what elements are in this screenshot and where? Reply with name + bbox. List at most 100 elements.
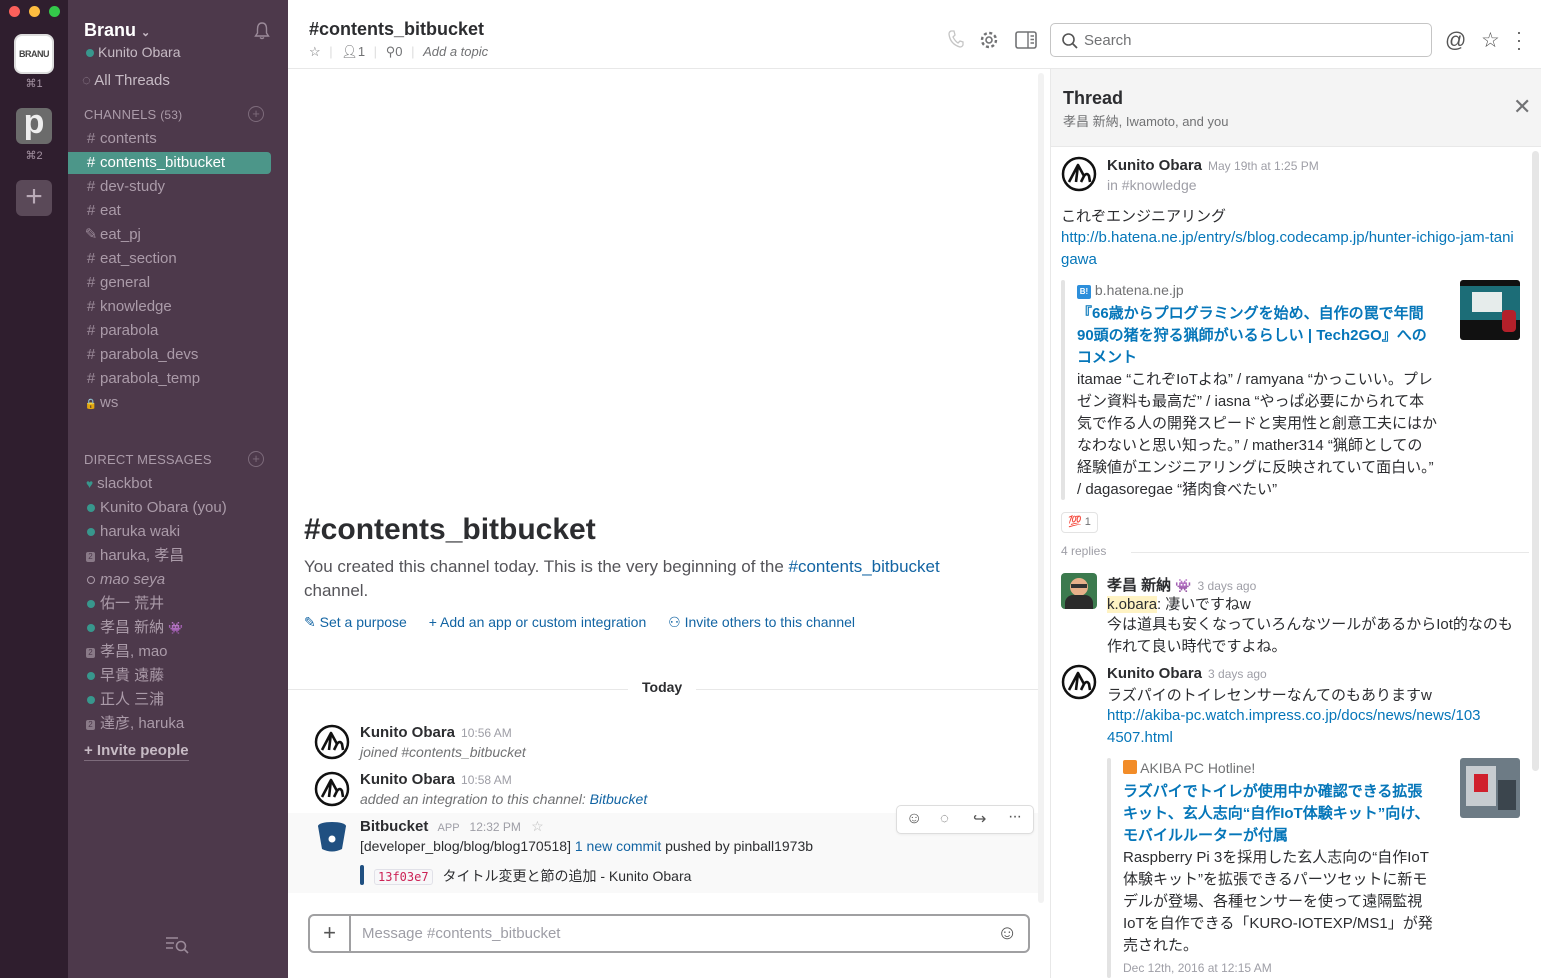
reaction-pill[interactable]: 💯 1 [1061, 512, 1098, 533]
workspace-menu[interactable]: Branu ⌄ [84, 20, 150, 41]
dm-takamasa-niino[interactable]: 孝昌 新納 👾 [68, 617, 288, 639]
members-icon[interactable]: 👤︎ [341, 44, 358, 59]
close-window-button[interactable] [9, 6, 20, 17]
dm-mao-seya[interactable]: mao seya [68, 569, 288, 591]
intro-channel-link[interactable]: #contents_bitbucket [789, 557, 940, 576]
dm-slackbot[interactable]: ♥ slackbot [68, 473, 288, 495]
avatar[interactable] [314, 771, 350, 807]
add-reaction-icon[interactable]: ☺ [906, 810, 922, 828]
message-item[interactable]: Kunito Obara 10:56 AM joined #contents_bi… [288, 719, 1038, 765]
message-composer[interactable]: + Message #contents_bitbucket ☺ [308, 914, 1030, 953]
search-input[interactable]: Search [1050, 23, 1432, 57]
pin-icon[interactable]: ⚲ [386, 44, 396, 59]
message-author[interactable]: Bitbucket [360, 818, 428, 835]
details-pane-toggle-icon[interactable] [1015, 31, 1037, 54]
message-timestamp[interactable]: 3 days ago [1208, 667, 1267, 681]
thread-parent-url[interactable]: http://b.hatena.ne.jp/entry/s/blog.codec… [1061, 227, 1521, 271]
sidebar-channel-contents-bitbucket[interactable]: # contents_bitbucket [68, 152, 271, 174]
reply-url[interactable]: http://akiba-pc.watch.impress.co.jp/docs… [1107, 705, 1487, 749]
channel-settings-gear-icon[interactable] [979, 30, 999, 55]
direct-messages-header[interactable]: DIRECT MESSAGES [84, 452, 212, 467]
avatar[interactable] [1061, 573, 1097, 609]
sidebar-channel-dev-study[interactable]: # dev-study [68, 176, 288, 198]
add-integration-link[interactable]: + Add an app or custom integration [429, 614, 647, 630]
add-channel-button[interactable]: + [248, 106, 264, 122]
dm-yuichi-arai[interactable]: 佑一 荒井 [68, 593, 288, 615]
dm-haruka-waki[interactable]: haruka waki [68, 521, 288, 543]
unfurl-title-link[interactable]: 『66歳からプログラミングを始め、自作の罠で年間90頭の猪を狩る猟師がいるらしい… [1077, 303, 1437, 369]
message-timestamp[interactable]: 10:58 AM [461, 773, 512, 787]
message-author[interactable]: Kunito Obara [1107, 157, 1202, 174]
dm-masato-miura[interactable]: 正人 三浦 [68, 689, 288, 711]
attach-file-plus-button[interactable]: + [310, 916, 351, 951]
avatar[interactable] [314, 724, 350, 760]
invite-others-link[interactable]: ⚇ Invite others to this channel [668, 614, 855, 630]
channel-title[interactable]: #contents_bitbucket [309, 19, 484, 40]
message-timestamp[interactable]: May 19th at 1:25 PM [1208, 159, 1319, 173]
starred-items-star-icon[interactable]: ☆ [1481, 28, 1500, 53]
start-thread-icon[interactable]: ◌ [940, 810, 949, 827]
composer-placeholder[interactable]: Message #contents_bitbucket [362, 925, 560, 942]
dm-self[interactable]: Kunito Obara (you) [68, 497, 288, 519]
bitbucket-integration-link[interactable]: Bitbucket [590, 791, 648, 807]
current-user[interactable]: Kunito Obara [86, 44, 181, 60]
message-author[interactable]: Kunito Obara [360, 771, 455, 788]
pin-count[interactable]: 0 [395, 44, 402, 59]
set-purpose-link[interactable]: ✎ Set a purpose [304, 614, 407, 630]
star-message-icon[interactable]: ☆ [531, 818, 544, 834]
member-count[interactable]: 1 [358, 44, 365, 59]
dm-group-takamasa-mao[interactable]: 2 孝昌, mao [68, 641, 288, 663]
team-branu-icon[interactable]: BRANU [16, 36, 52, 72]
zoom-window-button[interactable] [49, 6, 60, 17]
quick-switcher-icon[interactable] [164, 934, 190, 958]
team-parabola-icon[interactable]: p [16, 105, 52, 144]
bitbucket-bucket-icon[interactable] [314, 818, 350, 854]
message-timestamp[interactable]: 3 days ago [1198, 579, 1257, 593]
thread-source-channel[interactable]: in #knowledge [1107, 177, 1197, 193]
new-commit-link[interactable]: 1 new commit [575, 838, 661, 854]
commit-hash[interactable]: 13f03e7 [374, 869, 433, 885]
channels-header[interactable]: CHANNELS (53) [84, 107, 182, 122]
sidebar-channel-eat-section[interactable]: # eat_section [68, 248, 288, 270]
message-timestamp[interactable]: 12:32 PM [470, 820, 521, 834]
unfurl-thumbnail[interactable] [1460, 280, 1520, 340]
sidebar-channel-eat[interactable]: # eat [68, 200, 288, 222]
message-scrollbar[interactable] [1038, 73, 1044, 903]
sidebar-channel-parabola[interactable]: # parabola [68, 320, 288, 342]
dm-group-haruka-takamasa[interactable]: 2 haruka, 孝昌 [68, 545, 288, 567]
invite-people-link[interactable]: + Invite people [84, 742, 189, 761]
avatar[interactable] [1061, 156, 1097, 192]
sidebar-channel-parabola-temp[interactable]: # parabola_temp [68, 368, 288, 390]
sidebar-channel-ws[interactable]: 🔒 ws [68, 392, 288, 414]
more-actions-icon[interactable]: ··· [1008, 808, 1022, 826]
minimize-window-button[interactable] [29, 6, 40, 17]
avatar[interactable] [1061, 664, 1097, 700]
emoji-picker-icon[interactable]: ☺ [997, 922, 1017, 945]
share-message-icon[interactable]: ↪ [973, 809, 986, 829]
add-topic-link[interactable]: Add a topic [423, 44, 488, 59]
message-author[interactable]: Kunito Obara [360, 724, 455, 741]
message-author[interactable]: Kunito Obara [1107, 665, 1202, 682]
unfurl-title-link[interactable]: ラズパイでトイレが使用中か確認できる拡張キット、玄人志向“自作IoT体験キット”… [1123, 781, 1433, 847]
notifications-bell-icon[interactable] [254, 22, 270, 44]
user-mention[interactable]: k.obara [1107, 596, 1158, 613]
unfurl-thumbnail[interactable] [1460, 758, 1520, 818]
add-team-button[interactable]: + [16, 180, 52, 216]
message-timestamp[interactable]: 10:56 AM [461, 726, 512, 740]
sidebar-channel-knowledge[interactable]: # knowledge [68, 296, 288, 318]
more-menu-kebab-icon[interactable]: · · · [1516, 23, 1522, 57]
add-dm-button[interactable]: + [248, 451, 264, 467]
call-phone-icon[interactable] [948, 30, 964, 53]
mentions-at-icon[interactable]: @ [1445, 29, 1466, 53]
dm-saki-endo[interactable]: 早貴 遠藤 [68, 665, 288, 687]
sidebar-channel-parabola-devs[interactable]: # parabola_devs [68, 344, 288, 366]
thread-scrollbar[interactable] [1532, 151, 1539, 771]
all-threads-link[interactable]: ◌ All Threads [68, 70, 288, 92]
message-author[interactable]: 孝昌 新納 [1107, 577, 1171, 594]
sidebar-channel-general[interactable]: # general [68, 272, 288, 294]
dm-group-tatsuhiko-haruka[interactable]: 2 達彦, haruka [68, 713, 288, 735]
star-icon[interactable]: ☆ [309, 44, 321, 59]
sidebar-channel-eat-pj[interactable]: ✎ eat_pj [68, 224, 288, 246]
sidebar-channel-contents[interactable]: # contents [68, 128, 288, 150]
close-thread-icon[interactable]: ✕ [1513, 94, 1531, 120]
